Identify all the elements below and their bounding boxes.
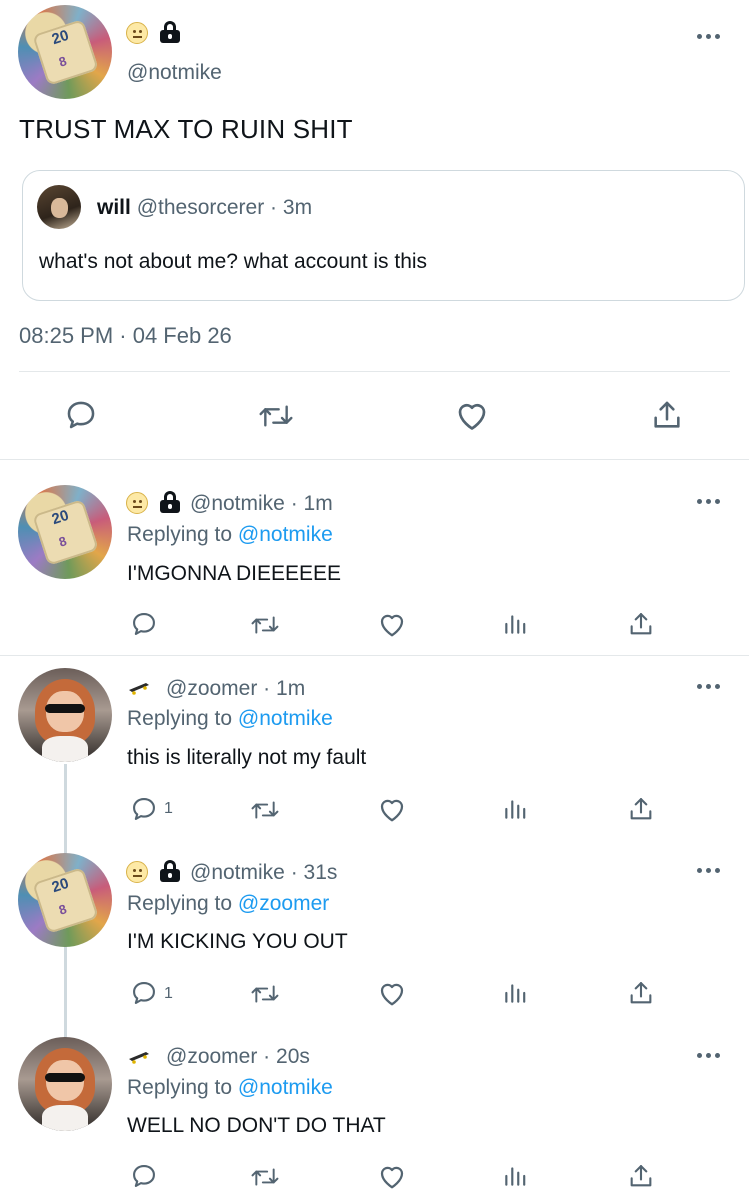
replying-to-label: Replying to [127, 523, 233, 546]
separator: · [264, 196, 283, 219]
neutral-face-icon [126, 861, 148, 883]
divider [0, 459, 749, 460]
tweet-time[interactable]: 1m [304, 492, 333, 515]
neutral-face-icon [126, 22, 148, 44]
skateboard-icon [129, 1052, 149, 1064]
separator: · [257, 677, 277, 700]
share-icon[interactable] [627, 795, 655, 823]
tweet-text: TRUST MAX TO RUIN SHIT [19, 114, 353, 144]
quoted-time: 3m [282, 196, 313, 219]
heart-icon[interactable] [454, 398, 490, 432]
author-handle[interactable]: @notmike [190, 861, 285, 884]
author-handle[interactable]: @notmike [127, 61, 222, 85]
heart-icon[interactable] [377, 610, 407, 638]
heart-icon[interactable] [377, 1162, 407, 1190]
quoted-text: what's not about me? what account is thi… [39, 250, 428, 273]
replying-to-label: Replying to [127, 707, 233, 730]
lock-icon [160, 860, 180, 882]
retweet-icon[interactable] [248, 1164, 282, 1190]
retweet-icon[interactable] [248, 981, 282, 1007]
separator: · [284, 492, 304, 515]
bar-chart-icon[interactable] [502, 979, 528, 1007]
separator: · [257, 1045, 277, 1068]
tweet-time[interactable]: 31s [304, 861, 338, 884]
avatar[interactable]: 20 8 [18, 5, 112, 99]
tweet-time[interactable]: 20s [276, 1045, 310, 1068]
lock-icon [160, 21, 180, 43]
separator: · [284, 861, 304, 884]
reply-count: 1 [164, 985, 173, 1002]
lock-icon [160, 491, 180, 513]
tweet-text: WELL NO DON'T DO THAT [127, 1114, 386, 1137]
speech-bubble-icon[interactable] [64, 398, 98, 432]
author-handle[interactable]: @zoomer [166, 677, 257, 700]
share-icon[interactable] [627, 610, 655, 638]
divider [19, 371, 730, 372]
more-icon[interactable] [697, 499, 721, 505]
reply-count: 1 [164, 800, 173, 817]
avatar[interactable] [18, 668, 112, 762]
author-handle[interactable]: @notmike [190, 492, 285, 515]
retweet-icon[interactable] [256, 400, 296, 432]
retweet-icon[interactable] [248, 612, 282, 638]
bar-chart-icon[interactable] [502, 1162, 528, 1190]
tweet-text: this is literally not my fault [127, 746, 367, 769]
more-icon[interactable] [697, 34, 721, 40]
bar-chart-icon[interactable] [502, 795, 528, 823]
speech-bubble-icon[interactable] [130, 610, 158, 638]
quoted-tweet[interactable]: will @thesorcerer · 3m what's not about … [22, 170, 745, 301]
share-icon[interactable] [627, 1162, 655, 1190]
tweet-text: I'M KICKING YOU OUT [127, 930, 348, 953]
skateboard-icon [129, 683, 149, 695]
speech-bubble-icon[interactable] [130, 979, 158, 1007]
avatar[interactable] [18, 1037, 112, 1131]
more-icon[interactable] [697, 684, 721, 690]
replying-to-link[interactable]: @notmike [238, 1076, 333, 1099]
replying-to-link[interactable]: @notmike [238, 707, 333, 730]
share-icon[interactable] [627, 979, 655, 1007]
bar-chart-icon[interactable] [502, 610, 528, 638]
quoted-author-name: will [97, 196, 131, 219]
tweet-time[interactable]: 1m [276, 677, 305, 700]
author-handle[interactable]: @zoomer [166, 1045, 257, 1068]
retweet-icon[interactable] [248, 797, 282, 823]
share-icon[interactable] [650, 398, 684, 432]
quoted-author-handle: @thesorcerer [136, 196, 265, 219]
replying-to-link[interactable]: @zoomer [238, 892, 329, 915]
replying-to-label: Replying to [127, 1076, 233, 1099]
avatar [37, 185, 81, 229]
avatar[interactable]: 20 8 [18, 485, 112, 579]
replying-to-link[interactable]: @notmike [238, 523, 333, 546]
neutral-face-icon [126, 492, 148, 514]
more-icon[interactable] [697, 1053, 721, 1059]
speech-bubble-icon[interactable] [130, 795, 158, 823]
avatar[interactable]: 20 8 [18, 853, 112, 947]
tweet-timestamp[interactable]: 08:25 PM · 04 Feb 26 [19, 323, 232, 349]
replying-to-label: Replying to [127, 892, 233, 915]
more-icon[interactable] [697, 868, 721, 874]
heart-icon[interactable] [377, 795, 407, 823]
speech-bubble-icon[interactable] [130, 1162, 158, 1190]
heart-icon[interactable] [377, 979, 407, 1007]
tweet-text: I'MGONNA DIEEEEEE [127, 562, 342, 585]
divider [0, 655, 749, 656]
